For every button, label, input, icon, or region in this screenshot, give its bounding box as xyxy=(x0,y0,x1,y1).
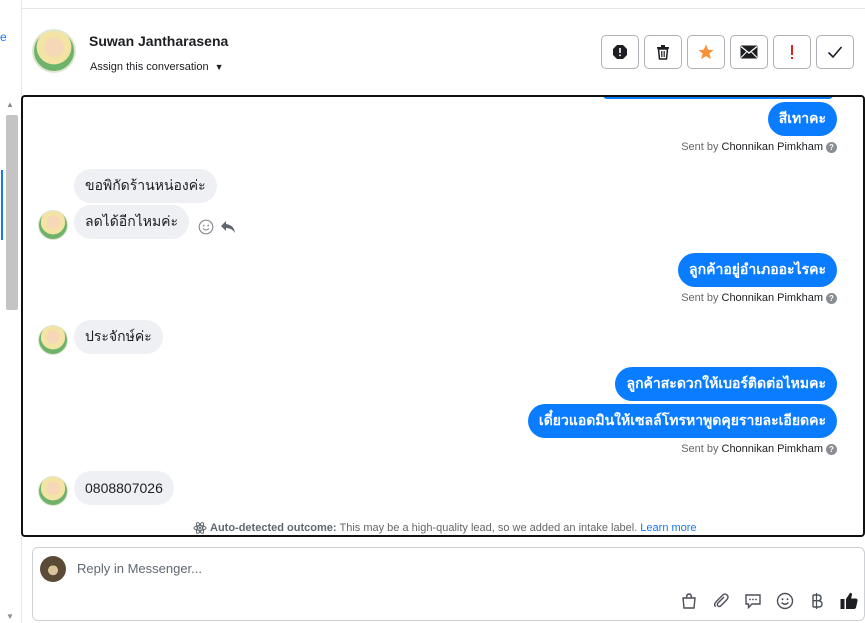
emoji-button[interactable] xyxy=(774,590,796,612)
help-icon[interactable]: ? xyxy=(826,443,837,455)
message-hover-tools xyxy=(198,219,236,235)
sent-by-label: Sent by Chonnikan Pimkham ? xyxy=(681,141,837,153)
outgoing-message[interactable]: ลูกค้าอยู่อำเภออะไรคะ xyxy=(678,253,837,287)
help-icon[interactable]: ? xyxy=(826,141,837,153)
page-avatar xyxy=(40,556,66,582)
outgoing-message[interactable]: เดี๋ยวแอดมินให้เซลล์โทรหาพูดคุยรายละเอีย… xyxy=(527,404,837,438)
conversation-thread[interactable]: สีเทาคะ Sent by Chonnikan Pimkham ? ขอพิ… xyxy=(21,95,865,537)
shop-bag-button[interactable] xyxy=(678,590,700,612)
baht-icon xyxy=(812,593,823,609)
edge-glyph: e xyxy=(0,30,7,44)
smiley-icon xyxy=(776,592,794,610)
header-actions xyxy=(601,35,854,69)
check-icon xyxy=(827,46,843,59)
saved-replies-button[interactable] xyxy=(742,590,764,612)
caret-down-icon: ▼ xyxy=(214,62,224,72)
speech-bubble-icon xyxy=(745,594,761,610)
outgoing-message[interactable]: ลูกค้าสะดวกให้เบอร์ติดต่อไหมคะ xyxy=(615,367,837,401)
sender-avatar xyxy=(38,210,68,240)
mail-icon xyxy=(740,45,758,59)
reply-input[interactable] xyxy=(77,561,677,576)
sender-avatar xyxy=(38,325,68,355)
payment-button[interactable] xyxy=(806,590,828,612)
reply-composer xyxy=(32,547,865,621)
learn-more-link[interactable]: Learn more xyxy=(640,522,696,534)
assign-label: Assign this conversation xyxy=(90,61,209,73)
like-button[interactable] xyxy=(838,590,860,612)
composer-tools xyxy=(678,590,860,612)
sent-by-prefix: Sent by xyxy=(681,443,719,455)
sent-by-name: Chonnikan Pimkham xyxy=(721,443,824,455)
incoming-message[interactable]: 0808807026 xyxy=(74,471,174,505)
contact-name[interactable]: Suwan Jantharasena xyxy=(89,33,228,49)
sender-avatar xyxy=(38,476,68,506)
outcome-text: This may be a high-quality lead, so we a… xyxy=(339,522,638,534)
scrollbar-thumb[interactable] xyxy=(6,115,18,310)
trash-icon xyxy=(657,45,669,60)
scroll-down-arrow-icon[interactable]: ▼ xyxy=(6,612,14,621)
thumbs-up-icon xyxy=(840,592,858,609)
incoming-message[interactable]: ขอพิกัดร้านหน่องค่ะ xyxy=(74,169,217,203)
exclamation-icon xyxy=(791,45,793,59)
follow-up-button[interactable] xyxy=(773,35,811,69)
clipped-message-bubble xyxy=(603,97,833,99)
help-icon[interactable]: ? xyxy=(826,292,837,304)
star-button[interactable] xyxy=(687,35,725,69)
shopping-bag-icon xyxy=(682,593,696,609)
sent-by-name: Chonnikan Pimkham xyxy=(721,141,824,153)
sent-by-prefix: Sent by xyxy=(681,292,719,304)
delete-button[interactable] xyxy=(644,35,682,69)
star-icon xyxy=(698,44,714,60)
selected-marker xyxy=(1,170,3,240)
atom-icon xyxy=(193,522,207,534)
outgoing-message[interactable]: สีเทาคะ xyxy=(767,102,837,136)
smiley-icon[interactable] xyxy=(198,219,214,235)
reply-arrow-icon[interactable] xyxy=(220,220,236,234)
outcome-title: Auto-detected outcome: xyxy=(210,522,337,534)
sent-by-name: Chonnikan Pimkham xyxy=(721,292,824,304)
report-spam-button[interactable] xyxy=(601,35,639,69)
conversation-list-edge: e ▲ ▼ xyxy=(0,0,22,623)
sent-by-label: Sent by Chonnikan Pimkham ? xyxy=(681,443,837,455)
scroll-up-arrow-icon[interactable]: ▲ xyxy=(6,100,14,109)
report-icon xyxy=(613,45,627,59)
mark-done-button[interactable] xyxy=(816,35,854,69)
assign-conversation-dropdown[interactable]: Assign this conversation ▼ xyxy=(90,61,224,73)
attach-button[interactable] xyxy=(710,590,732,612)
sent-by-prefix: Sent by xyxy=(681,141,719,153)
incoming-message[interactable]: ประจักษ์ค่ะ xyxy=(74,320,163,354)
paperclip-icon xyxy=(713,593,729,608)
auto-detected-outcome-note: Auto-detected outcome: This may be a hig… xyxy=(193,521,697,535)
incoming-message[interactable]: ลดได้อีกไหมค่ะ xyxy=(74,205,190,239)
sent-by-label: Sent by Chonnikan Pimkham ? xyxy=(681,292,837,304)
mark-unread-button[interactable] xyxy=(730,35,768,69)
conversation-header: Suwan Jantharasena Assign this conversat… xyxy=(22,9,865,95)
contact-avatar[interactable] xyxy=(32,29,76,73)
